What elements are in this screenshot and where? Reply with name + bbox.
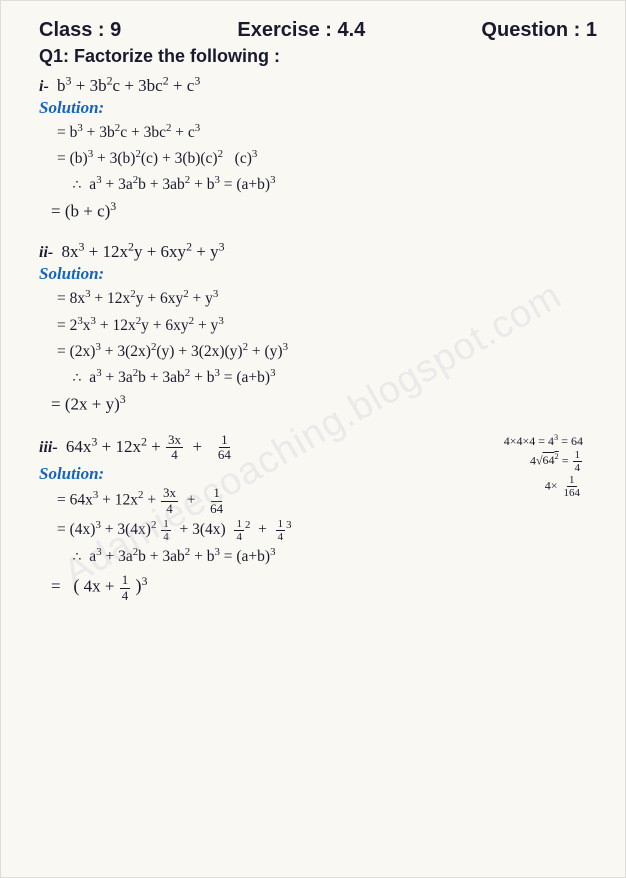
side-note-1: 4×4×4 = 43 = 64 [504,433,583,449]
roman-ii: ii- [39,244,53,261]
side-note-2: 4√642 = 14 [504,449,583,474]
result-ii: = (2x + y)3 [51,392,597,415]
problem-i-text: b3 + 3b2c + 3bc2 + c3 [57,76,200,95]
step-ii-4: ∴ a3 + 3a2b + 3ab2 + b3 = (a+b)3 [57,365,597,390]
class-label: Class : 9 [39,19,121,42]
solution-i-label: Solution: [39,98,597,118]
side-note-3: 4× 1164 [504,474,583,499]
solution-ii-label: Solution: [39,264,597,284]
problem-iii-text: 64x3 + 12x2 + 3x4 + 164 [66,437,234,456]
header: Class : 9 Exercise : 4.4 Question : 1 [39,19,597,42]
step-ii-3: = (2x)3 + 3(2x)2(y) + 3(2x)(y)2 + (y)3 [57,339,597,364]
problem-i-line: i- b3 + 3b2c + 3bc2 + c3 [39,73,597,96]
problem-i: i- b3 + 3b2c + 3bc2 + c3 Solution: = b3 … [39,73,597,222]
side-notes: 4×4×4 = 43 = 64 4√642 = 14 4× 1164 [504,433,583,499]
q1-label: Q1: Factorize the following : [39,46,597,67]
exercise-label: Exercise : 4.4 [237,19,365,42]
page: Adamjeecoaching.blogspot.com Class : 9 E… [0,0,626,878]
problem-ii-text: 8x3 + 12x2y + 6xy2 + y3 [61,242,224,261]
problem-ii: ii- 8x3 + 12x2y + 6xy2 + y3 Solution: = … [39,240,597,415]
problem-ii-line: ii- 8x3 + 12x2y + 6xy2 + y3 [39,240,597,263]
step-iii-3: ∴ a3 + 3a2b + 3ab2 + b3 = (a+b)3 [57,544,597,569]
question-label: Question : 1 [481,19,597,42]
step-iii-2: = (4x)3 + 3(4x)2 14 + 3(4x) 142 + 143 [57,517,597,543]
step-i-1: = b3 + 3b2c + 3bc2 + c3 [57,120,597,145]
result-iii: = ( 4x + 14 )3 [51,573,597,603]
step-i-2: = (b)3 + 3(b)2(c) + 3(b)(c)2 (c)3 [57,146,597,171]
problem-iii: iii- 64x3 + 12x2 + 3x4 + 164 4×4×4 = 43 … [39,433,597,603]
roman-iii: iii- [39,439,58,456]
roman-i: i- [39,78,49,95]
step-ii-1: = 8x3 + 12x2y + 6xy2 + y3 [57,286,597,311]
result-i: = (b + c)3 [51,199,597,222]
step-ii-2: = 23x3 + 12x2y + 6xy2 + y3 [57,313,597,338]
step-i-3: ∴ a3 + 3a2b + 3ab2 + b3 = (a+b)3 [57,172,597,197]
